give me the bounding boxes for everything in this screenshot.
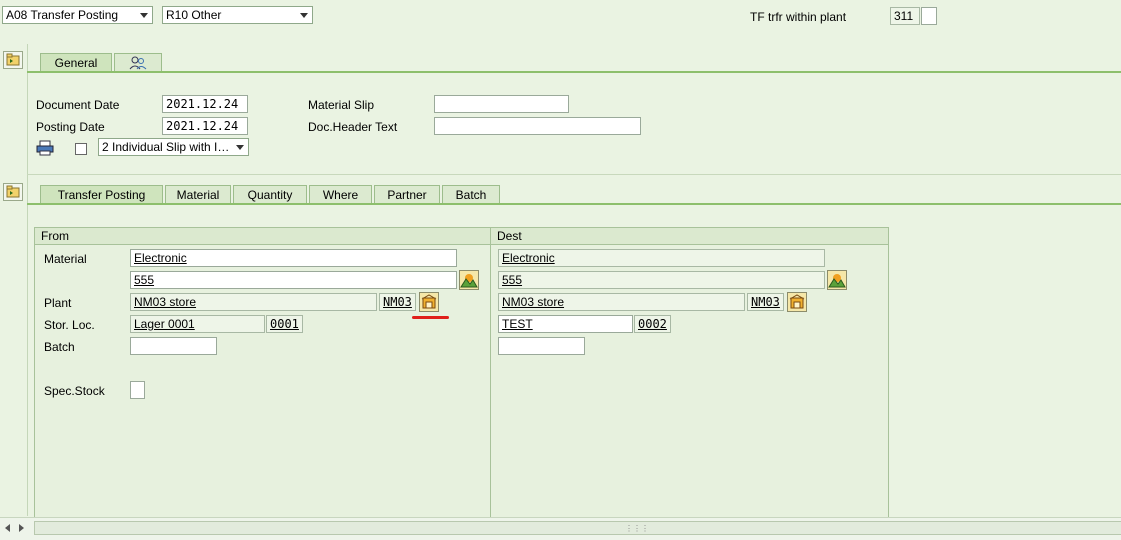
action-dropdown-value: A08 Transfer Posting [6, 8, 119, 22]
tab-general[interactable]: General [40, 53, 112, 72]
tab-partner-label: Partner [387, 188, 427, 202]
from-sloc-code-field[interactable]: 0001 [266, 315, 303, 333]
horizontal-scrollbar[interactable]: ⋮⋮⋮ [0, 517, 1121, 540]
chevron-down-icon [140, 13, 148, 18]
from-material-label: Material [44, 252, 87, 266]
from-batch-label: Batch [44, 340, 75, 354]
from-plant-label: Plant [44, 296, 72, 310]
scrollbar-thumb[interactable]: ⋮⋮⋮ [34, 521, 1121, 535]
movement-label: TF trfr within plant [750, 10, 847, 24]
from-sloc-name-field[interactable]: Lager 0001 [130, 315, 265, 333]
from-group-title: From [35, 228, 490, 245]
tab-transfer-posting[interactable]: Transfer Posting [40, 185, 163, 204]
posting-date-field[interactable]: 2021.12.24 [162, 117, 248, 135]
people-icon [129, 56, 147, 70]
from-plant-button[interactable] [419, 292, 439, 312]
document-date-field[interactable]: 2021.12.24 [162, 95, 248, 113]
print-button[interactable] [36, 140, 54, 156]
tab-quantity[interactable]: Quantity [233, 185, 307, 204]
from-batch-field[interactable] [130, 337, 217, 355]
print-version-value: 2 Individual Slip with I… [102, 140, 230, 154]
dest-batch-field[interactable] [498, 337, 585, 355]
tab-where-label: Where [322, 188, 359, 202]
mountain-icon [828, 274, 846, 288]
folder-panel-icon [6, 53, 20, 66]
tab-partner-header[interactable] [114, 53, 162, 72]
tab-general-label: General [54, 56, 98, 70]
from-material-field[interactable]: Electronic [130, 249, 457, 267]
grip-icon: ⋮⋮⋮ [625, 524, 649, 533]
print-checkbox[interactable] [75, 143, 87, 155]
from-plant-code-field[interactable]: NM03 [379, 293, 416, 311]
dest-material-button[interactable] [827, 270, 847, 290]
movement-type-field[interactable]: 311 [890, 7, 920, 25]
item-tab-divider [27, 203, 1121, 205]
chevron-down-icon [236, 145, 244, 150]
dest-sloc-code-field[interactable]: 0002 [634, 315, 671, 333]
tab-batch[interactable]: Batch [442, 185, 500, 204]
chevron-down-icon [300, 13, 308, 18]
dest-plant-code-field[interactable]: NM03 [747, 293, 784, 311]
movement-extra-field[interactable] [921, 7, 937, 25]
warehouse-icon [789, 294, 805, 309]
expand-header-button[interactable] [3, 51, 23, 69]
print-version-dropdown[interactable]: 2 Individual Slip with I… [98, 138, 249, 156]
dest-plant-button[interactable] [787, 292, 807, 312]
header-tab-divider [27, 71, 1121, 73]
doc-header-text-field[interactable] [434, 117, 641, 135]
left-toolbar [0, 44, 28, 516]
from-sloc-label: Stor. Loc. [44, 318, 95, 332]
dest-plant-name-field[interactable]: NM03 store [498, 293, 745, 311]
scroll-right-icon[interactable] [19, 524, 24, 532]
tab-transfer-posting-label: Transfer Posting [57, 188, 146, 202]
from-material-number-field[interactable]: 555 [130, 271, 457, 289]
tab-quantity-label: Quantity [247, 188, 293, 202]
highlight-underline [412, 316, 449, 319]
material-slip-field[interactable] [434, 95, 569, 113]
dest-sloc-name-field[interactable]: TEST [498, 315, 633, 333]
scroll-left-icon[interactable] [5, 524, 10, 532]
tab-where[interactable]: Where [309, 185, 372, 204]
header-bottom-divider [27, 174, 1121, 175]
tab-material-label: Material [176, 188, 220, 202]
dest-group-title: Dest [491, 228, 888, 245]
doc-header-text-label: Doc.Header Text [308, 120, 398, 134]
posting-date-label: Posting Date [36, 120, 105, 134]
from-spec-stock-field[interactable] [130, 381, 145, 399]
warehouse-icon [421, 294, 437, 309]
dest-material-field[interactable]: Electronic [498, 249, 825, 267]
reference-dropdown[interactable]: R10 Other [162, 6, 313, 24]
tab-batch-label: Batch [455, 188, 487, 202]
material-slip-label: Material Slip [308, 98, 375, 112]
from-plant-name-field[interactable]: NM03 store [130, 293, 377, 311]
action-dropdown[interactable]: A08 Transfer Posting [2, 6, 153, 24]
printer-icon [36, 140, 54, 156]
from-spec-stock-label: Spec.Stock [44, 384, 105, 398]
from-material-button[interactable] [459, 270, 479, 290]
reference-dropdown-value: R10 Other [166, 8, 222, 22]
document-date-label: Document Date [36, 98, 120, 112]
dest-material-number-field[interactable]: 555 [498, 271, 825, 289]
mountain-icon [460, 274, 478, 288]
expand-item-button[interactable] [3, 183, 23, 201]
tab-material[interactable]: Material [165, 185, 231, 204]
folder-panel-icon [6, 185, 20, 198]
tab-partner[interactable]: Partner [374, 185, 440, 204]
